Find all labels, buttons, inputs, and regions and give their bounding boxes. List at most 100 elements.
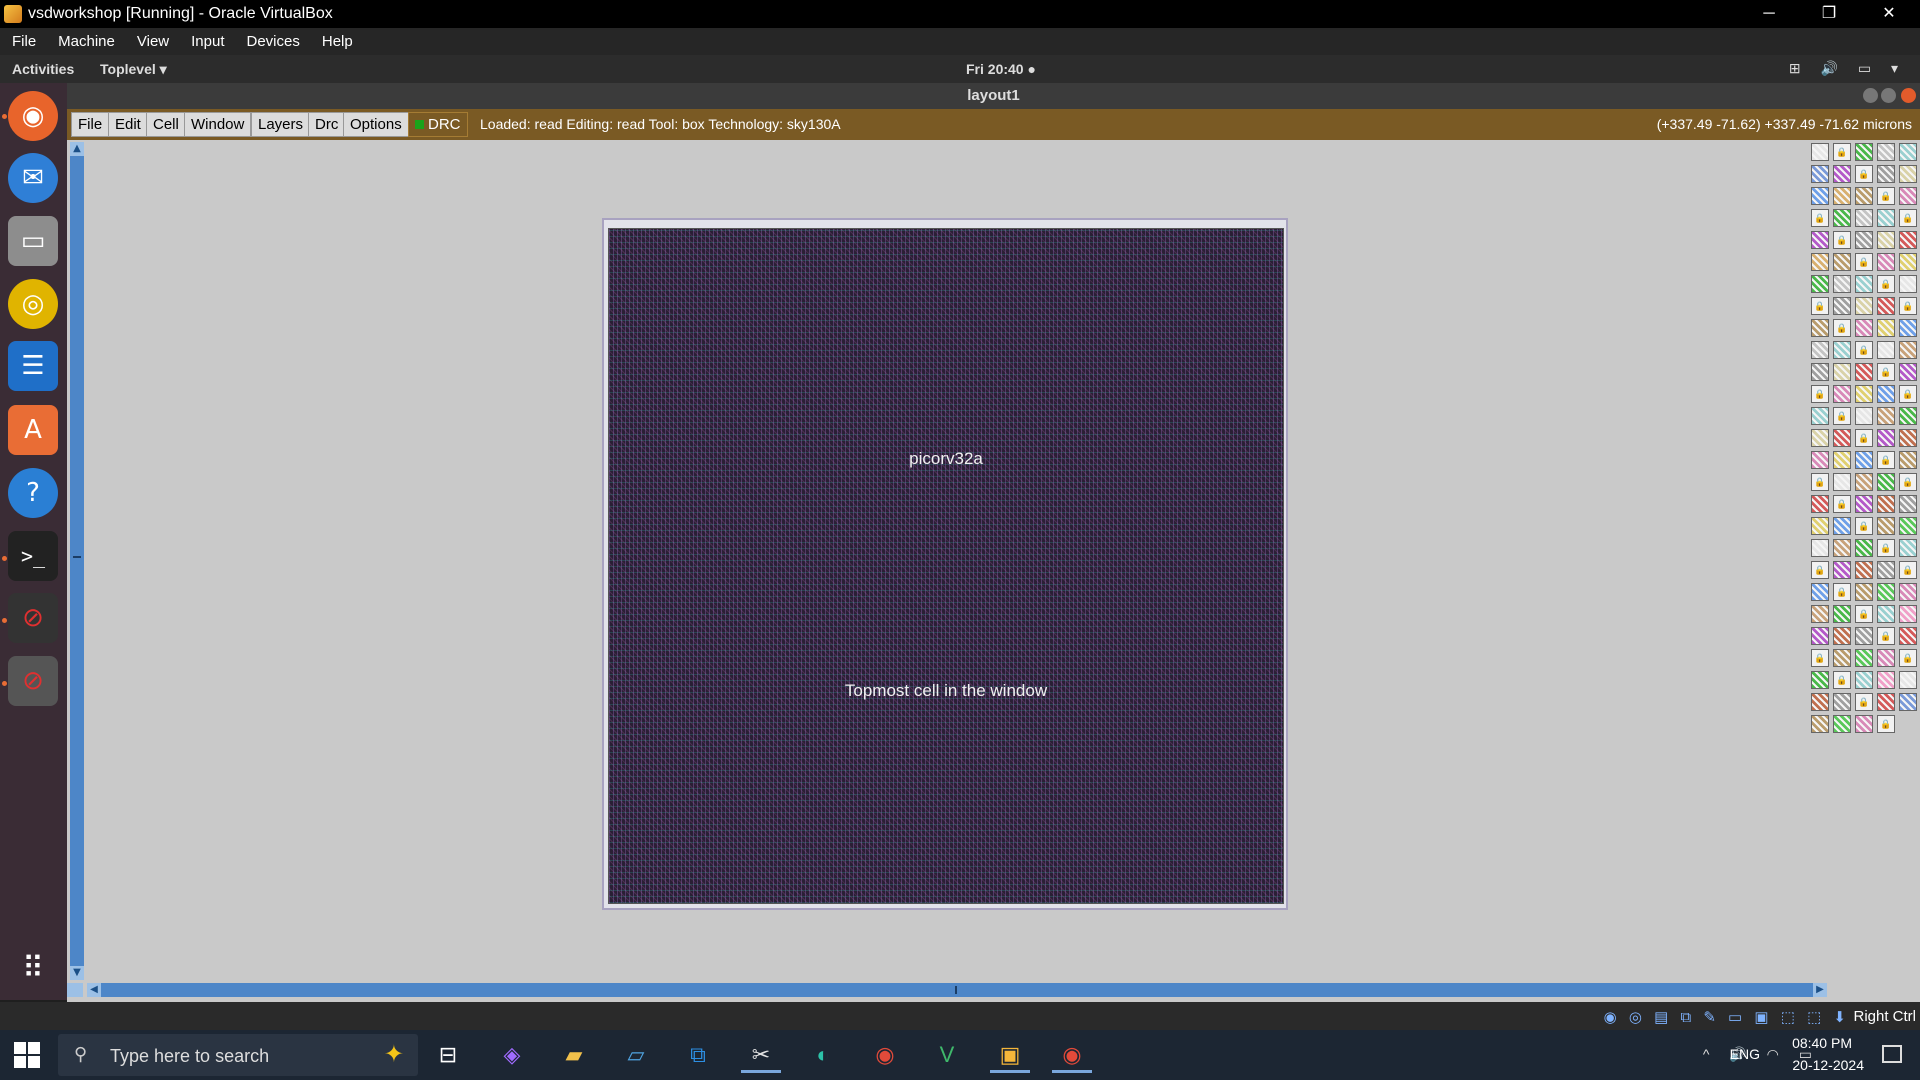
layer-swatch[interactable]: 🔒 [1811, 649, 1829, 667]
layer-swatch[interactable] [1811, 143, 1829, 161]
layer-swatch[interactable] [1877, 649, 1895, 667]
layer-swatch[interactable] [1855, 363, 1873, 381]
task-view-icon[interactable]: ⊟ [428, 1037, 468, 1073]
layer-swatch[interactable] [1833, 297, 1851, 315]
blocked-app-icon[interactable]: ⊘ [8, 593, 58, 643]
layer-swatch[interactable] [1899, 671, 1917, 689]
virtualbox-taskbar-icon[interactable]: ▣ [990, 1037, 1030, 1073]
blocked-app-icon[interactable]: ⊘ [8, 656, 58, 706]
layer-swatch[interactable] [1877, 605, 1895, 623]
layout-canvas[interactable]: ▲ ▼ ◀ ▶ picorv32a Topmost cell in the wi… [67, 140, 1920, 1002]
layer-swatch[interactable] [1833, 561, 1851, 579]
layer-swatch[interactable]: 🔒 [1833, 143, 1851, 161]
layer-swatch[interactable]: 🔒 [1811, 209, 1829, 227]
scroll-thumb[interactable] [73, 556, 81, 558]
layer-swatch[interactable]: 🔒 [1811, 385, 1829, 403]
layer-swatch[interactable]: 🔒 [1877, 539, 1895, 557]
layer-swatch[interactable] [1833, 253, 1851, 271]
layer-swatch[interactable]: 🔒 [1833, 319, 1851, 337]
taskbar-search-box[interactable]: ⚲ Type here to search ✦ [58, 1034, 418, 1076]
magic-menu-file[interactable]: File [71, 112, 110, 137]
layer-swatch[interactable] [1899, 275, 1917, 293]
layer-swatch[interactable] [1811, 583, 1829, 601]
layer-swatch[interactable] [1855, 385, 1873, 403]
layer-swatch[interactable] [1811, 451, 1829, 469]
vsd-icon[interactable]: V [927, 1037, 967, 1073]
layer-swatch[interactable] [1833, 473, 1851, 491]
layer-swatch[interactable]: 🔒 [1833, 671, 1851, 689]
layer-swatch[interactable] [1899, 231, 1917, 249]
layer-swatch[interactable] [1811, 319, 1829, 337]
magic-menu-edit[interactable]: Edit [108, 112, 148, 137]
layer-swatch[interactable] [1833, 715, 1851, 733]
layer-swatch[interactable] [1877, 407, 1895, 425]
layer-swatch[interactable]: 🔒 [1877, 275, 1895, 293]
picorv32a-layout[interactable]: picorv32a Topmost cell in the window [608, 228, 1284, 904]
layer-swatch[interactable] [1855, 583, 1873, 601]
writer-icon[interactable]: ☰ [8, 341, 58, 391]
layer-swatch[interactable]: 🔒 [1855, 165, 1873, 183]
layer-swatch[interactable] [1899, 319, 1917, 337]
layer-swatch[interactable] [1833, 605, 1851, 623]
layer-swatch[interactable] [1899, 165, 1917, 183]
layer-swatch[interactable] [1833, 517, 1851, 535]
copilot-icon[interactable]: ◈ [492, 1037, 532, 1073]
drc-indicator-button[interactable]: DRC [408, 112, 468, 137]
layer-swatch[interactable] [1899, 253, 1917, 271]
layer-swatch[interactable] [1811, 275, 1829, 293]
layer-swatch[interactable]: 🔒 [1877, 451, 1895, 469]
notification-icon[interactable] [1882, 1045, 1902, 1063]
vm-device-icons[interactable]: ◉ ◎ ▤ ⧉ ✎ ▭ ▣ ⬚ ⬚ ⬇ [1604, 1008, 1850, 1026]
layer-swatch[interactable] [1855, 407, 1873, 425]
toplevel-app-menu[interactable]: Toplevel ▾ [100, 61, 167, 78]
layer-swatch[interactable] [1855, 649, 1873, 667]
layer-swatch[interactable]: 🔒 [1877, 187, 1895, 205]
layer-swatch[interactable] [1877, 583, 1895, 601]
layer-swatch[interactable]: 🔒 [1855, 605, 1873, 623]
language-indicator[interactable]: ENG [1730, 1046, 1760, 1062]
layer-swatch[interactable] [1877, 495, 1895, 513]
app-grid-icon[interactable]: ⠿ [8, 943, 58, 993]
layer-swatch[interactable] [1811, 605, 1829, 623]
cell-bounding-box[interactable]: picorv32a Topmost cell in the window [602, 218, 1288, 910]
menu-devices[interactable]: Devices [235, 33, 310, 50]
layer-swatch[interactable] [1899, 627, 1917, 645]
layer-swatch[interactable] [1811, 627, 1829, 645]
zoom-box-icon[interactable] [67, 983, 83, 997]
layer-swatch[interactable] [1877, 693, 1895, 711]
scroll-left-arrow-icon[interactable]: ◀ [87, 983, 101, 997]
magic-menu-layers[interactable]: Layers [251, 112, 311, 137]
layer-swatch[interactable] [1833, 429, 1851, 447]
layer-swatch[interactable] [1833, 341, 1851, 359]
layer-swatch[interactable] [1877, 253, 1895, 271]
layer-swatch[interactable] [1899, 451, 1917, 469]
layer-swatch[interactable]: 🔒 [1811, 561, 1829, 579]
layer-swatch[interactable] [1833, 627, 1851, 645]
scroll-right-arrow-icon[interactable]: ▶ [1813, 983, 1827, 997]
magic-menu-cell[interactable]: Cell [146, 112, 186, 137]
layer-swatch[interactable]: 🔒 [1833, 583, 1851, 601]
layer-swatch[interactable] [1877, 297, 1895, 315]
layer-swatch[interactable] [1899, 341, 1917, 359]
vscode-icon[interactable]: ⧉ [678, 1037, 718, 1073]
layer-swatch[interactable]: 🔒 [1811, 297, 1829, 315]
scroll-thumb[interactable] [955, 986, 957, 994]
layer-swatch[interactable] [1855, 231, 1873, 249]
layer-swatch[interactable] [1833, 649, 1851, 667]
layer-swatch[interactable]: 🔒 [1899, 649, 1917, 667]
layer-swatch[interactable] [1899, 429, 1917, 447]
layer-swatch[interactable] [1833, 693, 1851, 711]
magic-maximize-button[interactable] [1881, 88, 1896, 103]
layer-swatch[interactable] [1877, 429, 1895, 447]
layer-swatch[interactable] [1833, 363, 1851, 381]
help-icon[interactable]: ? [8, 468, 58, 518]
layer-swatch[interactable]: 🔒 [1855, 429, 1873, 447]
rhythmbox-icon[interactable]: ◎ [8, 279, 58, 329]
layer-swatch[interactable] [1833, 187, 1851, 205]
layer-swatch[interactable] [1811, 165, 1829, 183]
layer-swatch[interactable] [1855, 187, 1873, 205]
menu-input[interactable]: Input [179, 33, 234, 50]
menu-help[interactable]: Help [310, 33, 363, 50]
layer-swatch[interactable] [1855, 715, 1873, 733]
terminal-icon[interactable]: >_ [8, 531, 58, 581]
